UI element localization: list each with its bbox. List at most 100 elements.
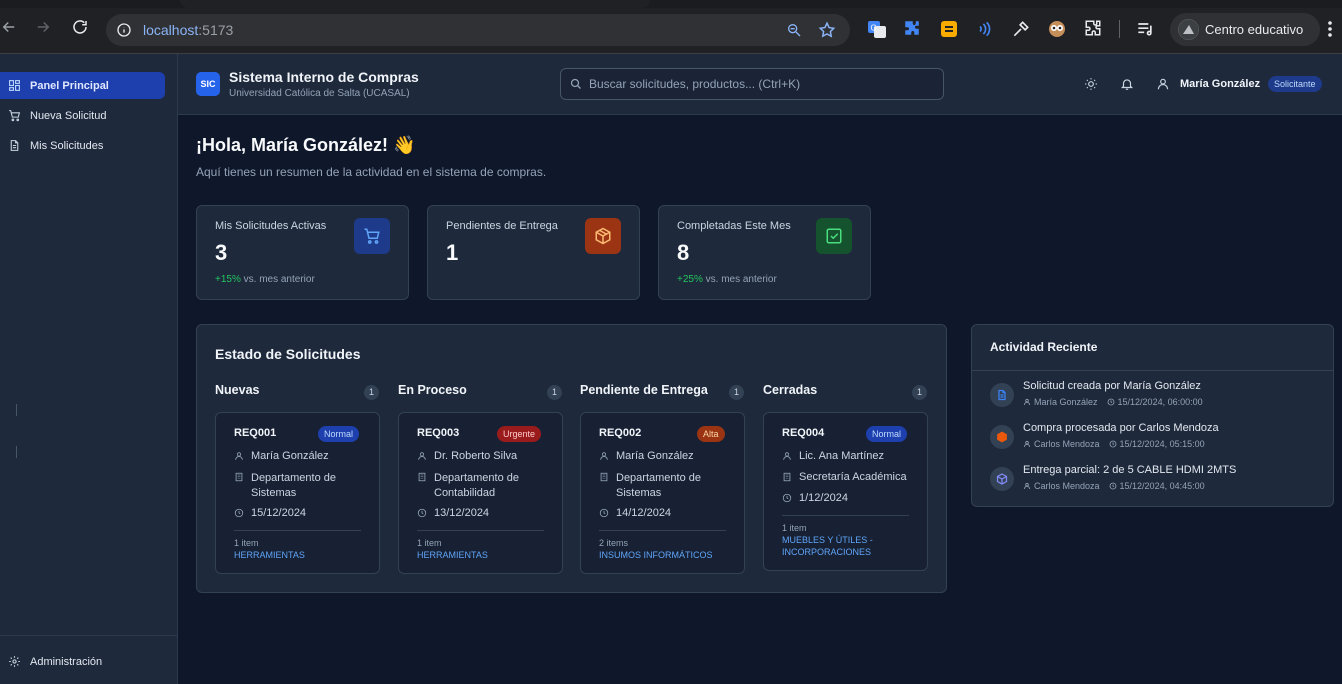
category-link[interactable]: MUEBLES Y ÚTILES - INCORPORACIONES	[782, 534, 922, 558]
search-icon	[570, 78, 582, 90]
search-box[interactable]	[560, 68, 944, 100]
activity-title: Actividad Reciente	[990, 340, 1098, 354]
building-icon	[600, 472, 608, 482]
sidebar-item-label: Mis Solicitudes	[30, 139, 104, 152]
stat-label: Pendientes de Entrega	[446, 220, 558, 232]
sidebar-item-label: Nueva Solicitud	[30, 109, 107, 122]
app-logo[interactable]: SIC	[196, 72, 220, 96]
request-id: REQ003	[417, 427, 460, 439]
column-count: 1	[364, 385, 379, 400]
activity-meta: Carlos Mendoza 15/12/2024, 04:45:00	[1023, 481, 1205, 491]
browser-menu-icon[interactable]	[1322, 19, 1342, 39]
document-icon	[10, 140, 19, 151]
active-tab[interactable]	[180, 0, 650, 8]
clock-icon	[234, 508, 244, 518]
requester-row: María González	[599, 450, 739, 462]
column-count: 1	[912, 385, 927, 400]
card-divider	[234, 530, 361, 531]
site-info-icon[interactable]	[116, 22, 132, 38]
building-icon	[418, 472, 426, 482]
category-link[interactable]: HERRAMIENTAS	[234, 549, 374, 561]
wave-extension-icon[interactable]	[975, 19, 995, 39]
sidebar-item-label: Panel Principal	[30, 79, 109, 92]
sidebar-item-nueva-solicitud[interactable]: Nueva Solicitud	[0, 102, 165, 129]
department-row: Departamento de Sistemas	[599, 471, 739, 501]
main-content: ¡Hola, María González! 👋 Aquí tienes un …	[178, 115, 1342, 684]
date-row: 14/12/2024	[599, 507, 739, 519]
department-row: Departamento de Sistemas	[234, 471, 374, 501]
category-link[interactable]: INSUMOS INFORMÁTICOS	[599, 549, 739, 561]
request-id: REQ002	[599, 427, 642, 439]
forward-icon[interactable]	[34, 18, 56, 40]
sidebar-item-panel-principal[interactable]: Panel Principal	[0, 72, 165, 99]
clock-icon	[1109, 482, 1116, 490]
request-card[interactable]: REQ003 Urgente Dr. Roberto Silva Departa…	[398, 412, 563, 574]
user-name[interactable]: María González	[1180, 78, 1260, 90]
board-title: Estado de Solicitudes	[215, 346, 361, 362]
theme-toggle-icon[interactable]	[1084, 77, 1098, 91]
document-icon	[990, 383, 1014, 407]
cart-icon	[354, 218, 390, 254]
eyedropper-extension-icon[interactable]	[1011, 19, 1031, 39]
activity-item[interactable]: Entrega parcial: 2 de 5 CABLE HDMI 2MTS …	[990, 464, 1320, 496]
activity-meta: María González 15/12/2024, 06:00:00	[1023, 397, 1203, 407]
save-extension-icon[interactable]	[939, 19, 959, 39]
column-title: Cerradas	[763, 383, 818, 397]
url-text[interactable]: localhost:5173	[143, 22, 233, 38]
sidebar-item-mis-solicitudes[interactable]: Mis Solicitudes	[0, 132, 165, 159]
role-badge: Solicitante	[1268, 76, 1322, 92]
owl-extension-icon[interactable]	[1047, 19, 1067, 39]
puzzle-extension-icon[interactable]	[903, 19, 923, 39]
translate-extension-icon[interactable]: G	[867, 19, 887, 39]
activity-item[interactable]: Compra procesada por Carlos Mendoza Carl…	[990, 422, 1320, 454]
avatar	[1178, 19, 1199, 40]
address-bar[interactable]: localhost:5173	[106, 14, 850, 46]
sidebar-scroll-mark	[16, 404, 17, 416]
priority-badge: Normal	[318, 426, 360, 442]
column-title: Nuevas	[215, 383, 260, 397]
bell-icon[interactable]	[1120, 77, 1134, 91]
stat-value: 1	[446, 240, 459, 265]
gear-icon	[9, 656, 20, 667]
reload-icon[interactable]	[71, 18, 93, 40]
back-icon[interactable]	[0, 18, 22, 40]
requests-board: Estado de Solicitudes Nuevas 1 REQ001 No…	[196, 324, 947, 593]
category-link[interactable]: HERRAMIENTAS	[417, 549, 557, 561]
extensions-icon[interactable]	[1084, 19, 1104, 39]
toolbar-divider	[1119, 20, 1120, 38]
profile-chip[interactable]: Centro educativo	[1170, 13, 1320, 46]
stat-card-pendientes[interactable]: Pendientes de Entrega 1	[427, 205, 640, 300]
activity-item[interactable]: Solicitud creada por María González Marí…	[990, 380, 1320, 412]
sidebar-item-administracion[interactable]: Administración	[0, 648, 165, 675]
priority-badge: Alta	[697, 426, 725, 442]
card-divider	[417, 530, 544, 531]
items-count: 2 items	[599, 538, 629, 548]
user-icon[interactable]	[1156, 77, 1170, 91]
request-card[interactable]: REQ004 Normal Lic. Ana Martínez Secretar…	[763, 412, 928, 571]
items-count: 1 item	[417, 538, 442, 548]
column-count: 1	[729, 385, 744, 400]
bookmark-star-icon[interactable]	[818, 21, 836, 39]
stat-value: 3	[215, 240, 228, 265]
search-input[interactable]	[589, 69, 929, 99]
package-icon	[585, 218, 621, 254]
request-card[interactable]: REQ002 Alta María González Departamento …	[580, 412, 745, 574]
sidebar-scroll-mark	[16, 446, 17, 458]
zoom-icon[interactable]	[786, 22, 802, 38]
request-card[interactable]: REQ001 Normal María González Departament…	[215, 412, 380, 574]
column-title: Pendiente de Entrega	[580, 383, 708, 397]
app-header: SIC Sistema Interno de Compras Universid…	[178, 54, 1342, 115]
dashboard-icon	[9, 80, 20, 91]
request-id: REQ004	[782, 427, 825, 439]
stat-card-activas[interactable]: Mis Solicitudes Activas 3 +15% vs. mes a…	[196, 205, 409, 300]
activity-divider	[972, 370, 1333, 371]
requester-row: María González	[234, 450, 374, 462]
date-row: 1/12/2024	[782, 492, 922, 504]
priority-badge: Normal	[866, 426, 908, 442]
stat-card-completadas[interactable]: Completadas Este Mes 8 +25% vs. mes ante…	[658, 205, 871, 300]
sidebar-divider	[0, 635, 178, 636]
items-count: 1 item	[234, 538, 259, 548]
card-divider	[782, 515, 909, 516]
department-row: Secretaría Académica	[782, 471, 922, 483]
media-queue-icon[interactable]	[1135, 19, 1155, 39]
